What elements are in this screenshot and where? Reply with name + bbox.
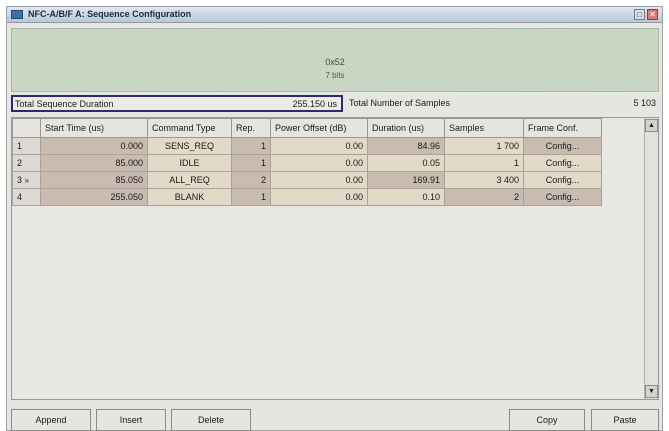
total-duration-label: Total Sequence Duration [15, 99, 114, 109]
cell-rep[interactable]: 1 [231, 137, 271, 155]
table-row[interactable]: 2 85.000 IDLE 1 0.00 0.05 1 Config... [12, 154, 602, 172]
cell-duration[interactable]: 0.10 [367, 188, 445, 206]
cell-command-type[interactable]: BLANK [147, 188, 232, 206]
cell-rep[interactable]: 2 [231, 171, 271, 189]
total-samples-label: Total Number of Samples [349, 98, 451, 108]
table-row[interactable]: 3 » 85.050 ALL_REQ 2 0.00 169.91 3 400 C… [12, 171, 602, 189]
config-button[interactable]: Config... [523, 171, 602, 189]
row-number[interactable]: 3 » [12, 171, 41, 189]
cell-command-type[interactable]: IDLE [147, 154, 232, 172]
copy-button[interactable]: Copy [509, 409, 585, 431]
col-header-command-type[interactable]: Command Type [147, 118, 232, 138]
total-duration-value: 255.150 us [292, 99, 337, 109]
col-header-power-offset[interactable]: Power Offset (dB) [270, 118, 368, 138]
cell-samples[interactable]: 2 [444, 188, 524, 206]
sequence-table-panel: Start Time (us) Command Type Rep. Power … [11, 117, 659, 400]
cell-samples[interactable]: 1 [444, 154, 524, 172]
row-number-label: 4 [17, 192, 23, 202]
frame-preview: 0x52 7 bits [11, 28, 659, 92]
row-number-label: 3 [17, 175, 23, 185]
cell-start-time[interactable]: 0.000 [40, 137, 148, 155]
row-number[interactable]: 1 [12, 137, 41, 155]
cell-duration[interactable]: 0.05 [367, 154, 445, 172]
window-title: NFC-A/B/F A: Sequence Configuration [28, 9, 192, 19]
col-header-start-time[interactable]: Start Time (us) [40, 118, 148, 138]
table-row[interactable]: 4 255.050 BLANK 1 0.00 0.10 2 Config... [12, 188, 602, 206]
table-row[interactable]: 1 0.000 SENS_REQ 1 0.00 84.96 1 700 Conf… [12, 137, 602, 155]
close-button[interactable]: ✕ [647, 9, 658, 20]
cell-rep[interactable]: 1 [231, 188, 271, 206]
cell-command-type[interactable]: SENS_REQ [147, 137, 232, 155]
row-number[interactable]: 2 [12, 154, 41, 172]
total-samples-value: 5 103 [633, 98, 656, 108]
cell-rep[interactable]: 1 [231, 154, 271, 172]
row-number-label: 2 [17, 158, 23, 168]
cell-duration[interactable]: 169.91 [367, 171, 445, 189]
row-number[interactable]: 4 [12, 188, 41, 206]
maximize-button[interactable]: □ [634, 9, 645, 20]
scroll-down-icon[interactable]: ▼ [645, 385, 658, 398]
paste-button[interactable]: Paste [591, 409, 659, 431]
config-button[interactable]: Config... [523, 188, 602, 206]
insert-button[interactable]: Insert [96, 409, 166, 431]
cell-samples[interactable]: 3 400 [444, 171, 524, 189]
col-header-duration[interactable]: Duration (us) [367, 118, 445, 138]
scroll-up-icon[interactable]: ▲ [645, 119, 658, 132]
sequence-table: Start Time (us) Command Type Rep. Power … [12, 118, 602, 206]
current-row-marker-icon: » [24, 176, 29, 185]
vertical-scrollbar[interactable]: ▲ ▼ [644, 118, 658, 399]
col-header-rep[interactable]: Rep. [231, 118, 271, 138]
cell-start-time[interactable]: 85.050 [40, 171, 148, 189]
cell-start-time[interactable]: 255.050 [40, 188, 148, 206]
col-header-index [12, 118, 41, 138]
config-button[interactable]: Config... [523, 137, 602, 155]
delete-button[interactable]: Delete [171, 409, 251, 431]
cell-start-time[interactable]: 85.000 [40, 154, 148, 172]
sequence-config-window: NFC-A/B/F A: Sequence Configuration □ ✕ … [6, 6, 663, 431]
title-bar[interactable]: NFC-A/B/F A: Sequence Configuration □ ✕ [7, 7, 662, 23]
preview-hex-value: 0x52 [325, 57, 345, 67]
col-header-frame-conf[interactable]: Frame Conf. [523, 118, 602, 138]
preview-bit-count: 7 bits [325, 71, 345, 80]
cell-power-offset[interactable]: 0.00 [270, 137, 368, 155]
append-button[interactable]: Append [11, 409, 91, 431]
cell-power-offset[interactable]: 0.00 [270, 154, 368, 172]
cell-power-offset[interactable]: 0.00 [270, 171, 368, 189]
table-header-row: Start Time (us) Command Type Rep. Power … [12, 118, 602, 138]
col-header-samples[interactable]: Samples [444, 118, 524, 138]
total-duration-field: Total Sequence Duration 255.150 us [11, 95, 343, 112]
row-number-label: 1 [17, 141, 23, 151]
cell-duration[interactable]: 84.96 [367, 137, 445, 155]
cell-command-type[interactable]: ALL_REQ [147, 171, 232, 189]
config-button[interactable]: Config... [523, 154, 602, 172]
cell-power-offset[interactable]: 0.00 [270, 188, 368, 206]
app-icon [11, 10, 23, 19]
cell-samples[interactable]: 1 700 [444, 137, 524, 155]
